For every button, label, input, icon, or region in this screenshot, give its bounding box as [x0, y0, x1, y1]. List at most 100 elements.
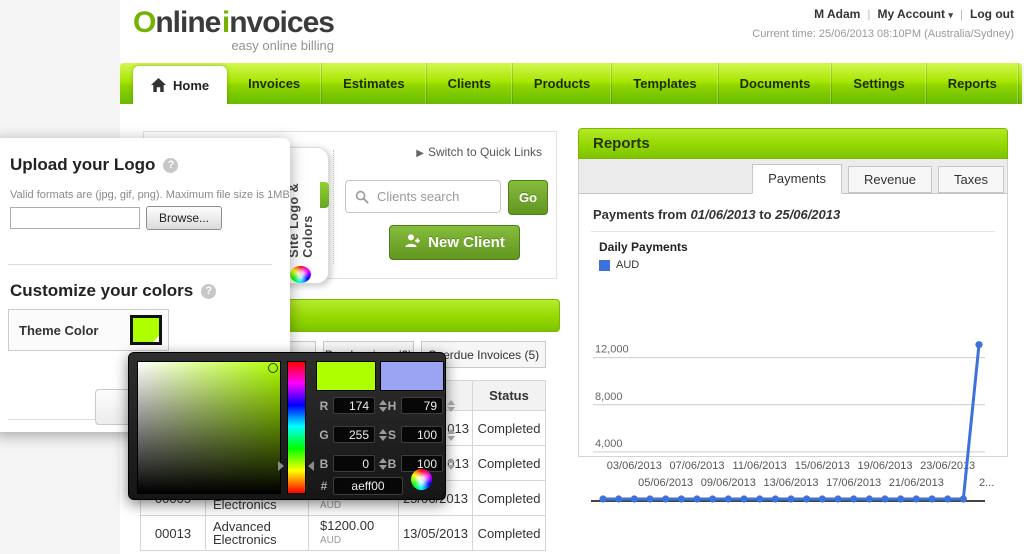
hex-hash-label: # — [319, 479, 329, 493]
field-value-input[interactable]: 255 — [333, 426, 375, 443]
stepper-icon[interactable] — [447, 429, 455, 441]
y-tick-label: 8,000 — [595, 391, 623, 403]
arrow-right-icon: ▶ — [416, 148, 424, 159]
stepper-icon[interactable] — [447, 400, 455, 412]
color-wheel-icon[interactable] — [411, 469, 432, 490]
field-label: B — [319, 457, 329, 471]
data-point[interactable] — [678, 495, 685, 502]
field-label: B — [387, 457, 397, 471]
previous-color-swatch[interactable] — [380, 361, 444, 391]
switch-to-quick-links[interactable]: ▶Switch to Quick Links — [416, 145, 542, 159]
x-tick-label: 13/06/2013 — [763, 477, 818, 489]
nav-item-templates[interactable]: Templates — [612, 63, 718, 104]
logout-link[interactable]: Log out — [970, 7, 1014, 21]
data-point[interactable] — [897, 495, 904, 502]
help-icon[interactable]: ? — [201, 284, 216, 299]
reports-tab-payments[interactable]: Payments — [752, 164, 842, 194]
stepper-icon[interactable] — [379, 458, 387, 470]
picker-field-rgb-r: R174 — [319, 397, 387, 414]
nav-item-home[interactable]: Home — [133, 66, 227, 104]
logo-file-input[interactable] — [10, 207, 140, 229]
cell-status: Completed — [473, 411, 546, 446]
nav-item-label: Templates — [633, 76, 696, 91]
reports-tab-revenue[interactable]: Revenue — [848, 166, 932, 193]
data-point[interactable] — [975, 341, 982, 348]
search-icon — [355, 190, 369, 204]
dotted-divider — [333, 150, 334, 264]
table-row[interactable]: 00013AdvancedElectronics$1200.00AUD13/05… — [141, 516, 546, 551]
nav-item-label: Estimates — [343, 76, 404, 91]
x-tick-label: 17/06/2013 — [826, 477, 881, 489]
data-point[interactable] — [693, 495, 700, 502]
saturation-value-area[interactable] — [137, 361, 281, 494]
color-picker: R174G255B0H79S100B100 # aeff00 — [128, 352, 446, 500]
site-logo[interactable]: Online invoices easy online billing — [133, 8, 334, 52]
data-point[interactable] — [615, 495, 622, 502]
cell-status: Completed — [473, 481, 546, 516]
nav-item-settings[interactable]: Settings — [832, 63, 926, 104]
field-value-input[interactable]: 174 — [333, 397, 375, 414]
main-nav: HomeInvoices Estimates ClientsProducts Temp… — [120, 63, 1022, 104]
add-user-icon — [404, 233, 420, 252]
hue-strip[interactable] — [287, 361, 306, 494]
reports-header: Reports — [578, 128, 1008, 159]
cell-date: 13/05/2013 — [399, 516, 473, 551]
account-user: M Adam — [814, 7, 860, 21]
nav-item-products[interactable]: Products — [513, 63, 612, 104]
reports-tabstrip: PaymentsRevenueTaxes — [578, 159, 1008, 194]
nav-item-estimates[interactable]: Estimates — [322, 63, 426, 104]
data-point[interactable] — [960, 495, 967, 502]
new-client-button[interactable]: New Client — [389, 225, 520, 260]
x-tick-label: 15/06/2013 — [795, 460, 850, 472]
data-point[interactable] — [709, 495, 716, 502]
x-tick-label: 05/06/2013 — [638, 477, 693, 489]
data-point[interactable] — [866, 495, 873, 502]
data-point[interactable] — [631, 495, 638, 502]
field-value-input[interactable]: 100 — [401, 426, 443, 443]
clients-search-box — [345, 180, 501, 213]
data-point[interactable] — [740, 495, 747, 502]
data-point[interactable] — [756, 495, 763, 502]
hue-arrow-left-icon[interactable] — [278, 461, 284, 471]
data-point[interactable] — [819, 495, 826, 502]
data-point[interactable] — [662, 495, 669, 502]
theme-color-row: Theme Color — [8, 309, 169, 351]
data-point[interactable] — [944, 495, 951, 502]
data-point[interactable] — [834, 495, 841, 502]
stepper-icon[interactable] — [447, 458, 455, 470]
nav-item-clients[interactable]: Clients — [427, 63, 513, 104]
data-point[interactable] — [772, 495, 779, 502]
help-icon[interactable]: ? — [163, 158, 178, 173]
home-icon — [151, 78, 166, 92]
stepper-icon[interactable] — [379, 429, 387, 441]
nav-item-reports[interactable]: Reports — [927, 63, 1019, 104]
field-label: H — [387, 399, 397, 413]
x-tick-label: 21/06/2013 — [889, 477, 944, 489]
data-point[interactable] — [913, 495, 920, 502]
hue-arrow-right-icon[interactable] — [308, 461, 314, 471]
hex-input[interactable]: aeff00 — [333, 477, 403, 495]
data-point[interactable] — [803, 495, 810, 502]
data-point[interactable] — [599, 495, 606, 502]
nav-item-documents[interactable]: Documents — [719, 63, 833, 104]
nav-item-label: Reports — [948, 76, 997, 91]
field-value-input[interactable]: 0 — [333, 455, 375, 472]
data-point[interactable] — [787, 495, 794, 502]
data-point[interactable] — [850, 495, 857, 502]
data-point[interactable] — [725, 495, 732, 502]
site-logo-text: Online invoices — [133, 8, 334, 38]
data-point[interactable] — [928, 495, 935, 502]
reports-tab-taxes[interactable]: Taxes — [938, 166, 1004, 193]
field-value-input[interactable]: 79 — [401, 397, 443, 414]
x-tick-label: 19/06/2013 — [857, 460, 912, 472]
hex-field: # aeff00 — [319, 477, 403, 495]
my-account-menu[interactable]: My Account ▾ — [877, 7, 952, 21]
stepper-icon[interactable] — [379, 400, 387, 412]
nav-item-invoices[interactable]: Invoices — [227, 63, 322, 104]
data-point[interactable] — [881, 495, 888, 502]
theme-color-swatch[interactable] — [130, 315, 162, 345]
sv-cursor[interactable] — [268, 363, 278, 373]
go-button[interactable]: Go — [508, 180, 548, 215]
browse-button[interactable]: Browse... — [146, 206, 222, 230]
data-point[interactable] — [646, 495, 653, 502]
